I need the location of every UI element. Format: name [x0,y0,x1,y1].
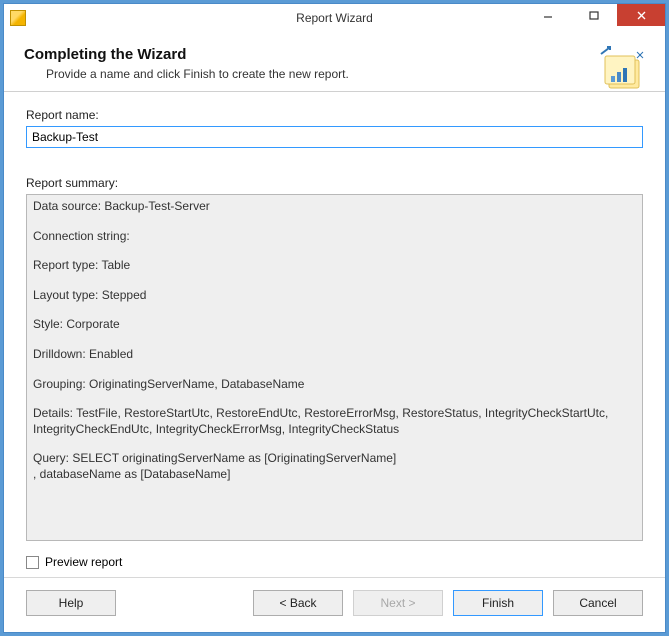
report-name-label: Report name: [26,108,643,122]
app-icon [10,10,26,26]
window-title: Report Wizard [296,11,373,25]
summary-data-source: Data source: Backup-Test-Server [33,199,636,215]
page-subtitle: Provide a name and click Finish to creat… [46,67,349,81]
report-summary-label: Report summary: [26,176,643,190]
close-button[interactable] [617,4,665,26]
maximize-icon [589,10,599,20]
minimize-icon [543,10,553,20]
window-controls [525,4,665,32]
report-summary-box[interactable]: Data source: Backup-Test-Server Connecti… [26,194,643,541]
summary-style: Style: Corporate [33,317,636,333]
preview-report-checkbox[interactable] [26,556,39,569]
summary-query-line2: , databaseName as [DatabaseName] [33,467,636,483]
report-name-input[interactable] [26,126,643,148]
maximize-button[interactable] [571,4,617,26]
summary-drilldown: Drilldown: Enabled [33,347,636,363]
summary-report-type: Report type: Table [33,258,636,274]
help-button[interactable]: Help [26,590,116,616]
summary-query-line1: Query: SELECT originatingServerName as [… [33,451,636,467]
close-icon [636,10,647,21]
wizard-window: Report Wizard Completing the Wizard Prov… [3,3,666,633]
summary-connection-string: Connection string: [33,229,636,245]
wizard-content: Report name: Report summary: Data source… [4,92,665,577]
finish-button[interactable]: Finish [453,590,543,616]
summary-details: Details: TestFile, RestoreStartUtc, Rest… [33,406,636,437]
titlebar: Report Wizard [4,4,665,32]
wizard-header: Completing the Wizard Provide a name and… [4,32,665,92]
page-heading: Completing the Wizard [24,46,349,63]
button-bar: Help < Back Next > Finish Cancel [4,577,665,632]
preview-report-label[interactable]: Preview report [45,555,122,569]
preview-report-row: Preview report [26,555,643,569]
summary-layout-type: Layout type: Stepped [33,288,636,304]
cancel-button[interactable]: Cancel [553,590,643,616]
next-button: Next > [353,590,443,616]
summary-grouping: Grouping: OriginatingServerName, Databas… [33,377,636,393]
back-button[interactable]: < Back [253,590,343,616]
wizard-icon [599,46,647,94]
minimize-button[interactable] [525,4,571,26]
